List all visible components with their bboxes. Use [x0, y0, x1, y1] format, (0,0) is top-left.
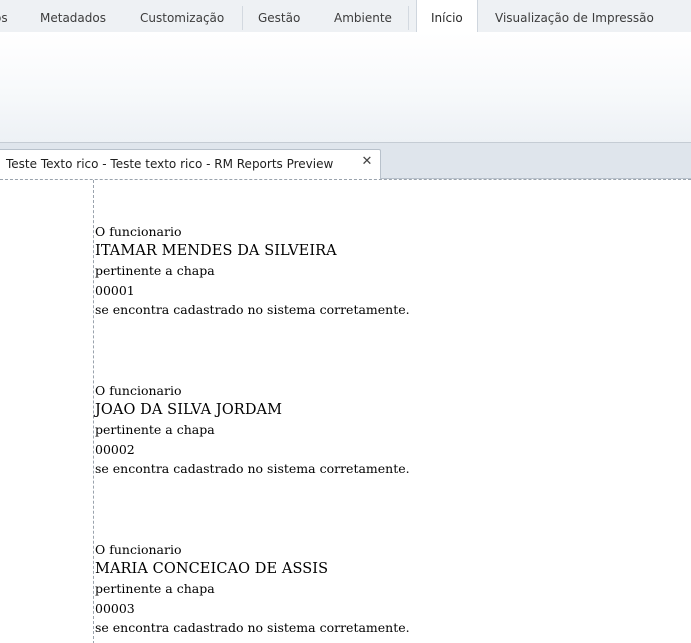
record-status-text: se encontra cadastrado no sistema corret…: [95, 620, 410, 635]
employee-chapa: 00001: [95, 282, 135, 298]
page-margin-guide: [93, 180, 94, 643]
employee-name: MARIA CONCEICAO DE ASSIS: [95, 560, 329, 577]
report-record: O funcionario ITAMAR MENDES DA SILVEIRA …: [95, 222, 410, 320]
record-chapa-label: pertinente a chapa: [95, 581, 215, 596]
document-tab-strip: Teste Texto rico - Teste texto rico - RM…: [0, 143, 691, 179]
record-intro: O funcionario: [95, 383, 182, 398]
tab-partial-left[interactable]: os: [0, 0, 8, 32]
tab-inicio[interactable]: Início: [416, 0, 478, 32]
employee-chapa: 00002: [95, 441, 135, 457]
record-status-text: se encontra cadastrado no sistema corret…: [95, 302, 410, 317]
ribbon-tab-bar: os Metadados Customização Gestão Ambient…: [0, 0, 691, 32]
record-chapa-label: pertinente a chapa: [95, 263, 215, 278]
record-intro: O funcionario: [95, 542, 182, 557]
tab-group-separator: [242, 6, 243, 30]
close-icon[interactable]: ✕: [361, 155, 373, 169]
employee-name: ITAMAR MENDES DA SILVEIRA: [95, 242, 337, 259]
ribbon-panel: [0, 32, 691, 143]
report-record: O funcionario MARIA CONCEICAO DE ASSIS p…: [95, 540, 410, 638]
document-tab[interactable]: Teste Texto rico - Teste texto rico - RM…: [0, 149, 381, 179]
report-designer-window: os Metadados Customização Gestão Ambient…: [0, 0, 691, 643]
tab-ambiente[interactable]: Ambiente: [334, 0, 392, 32]
report-record: O funcionario JOAO DA SILVA JORDAM perti…: [95, 381, 410, 479]
record-status-text: se encontra cadastrado no sistema corret…: [95, 461, 410, 476]
tab-customizacao[interactable]: Customização: [140, 0, 224, 32]
record-intro: O funcionario: [95, 224, 182, 239]
employee-chapa: 00003: [95, 600, 135, 616]
record-chapa-label: pertinente a chapa: [95, 422, 215, 437]
tab-gestao[interactable]: Gestão: [258, 0, 300, 32]
report-preview-area[interactable]: O funcionario ITAMAR MENDES DA SILVEIRA …: [0, 179, 691, 643]
employee-name: JOAO DA SILVA JORDAM: [95, 401, 283, 418]
tab-group-separator: [408, 6, 409, 30]
tab-metadados[interactable]: Metadados: [40, 0, 106, 32]
tab-visualizacao-impressao[interactable]: Visualização de Impressão: [495, 0, 654, 32]
document-tab-title: Teste Texto rico - Teste texto rico - RM…: [6, 157, 334, 171]
